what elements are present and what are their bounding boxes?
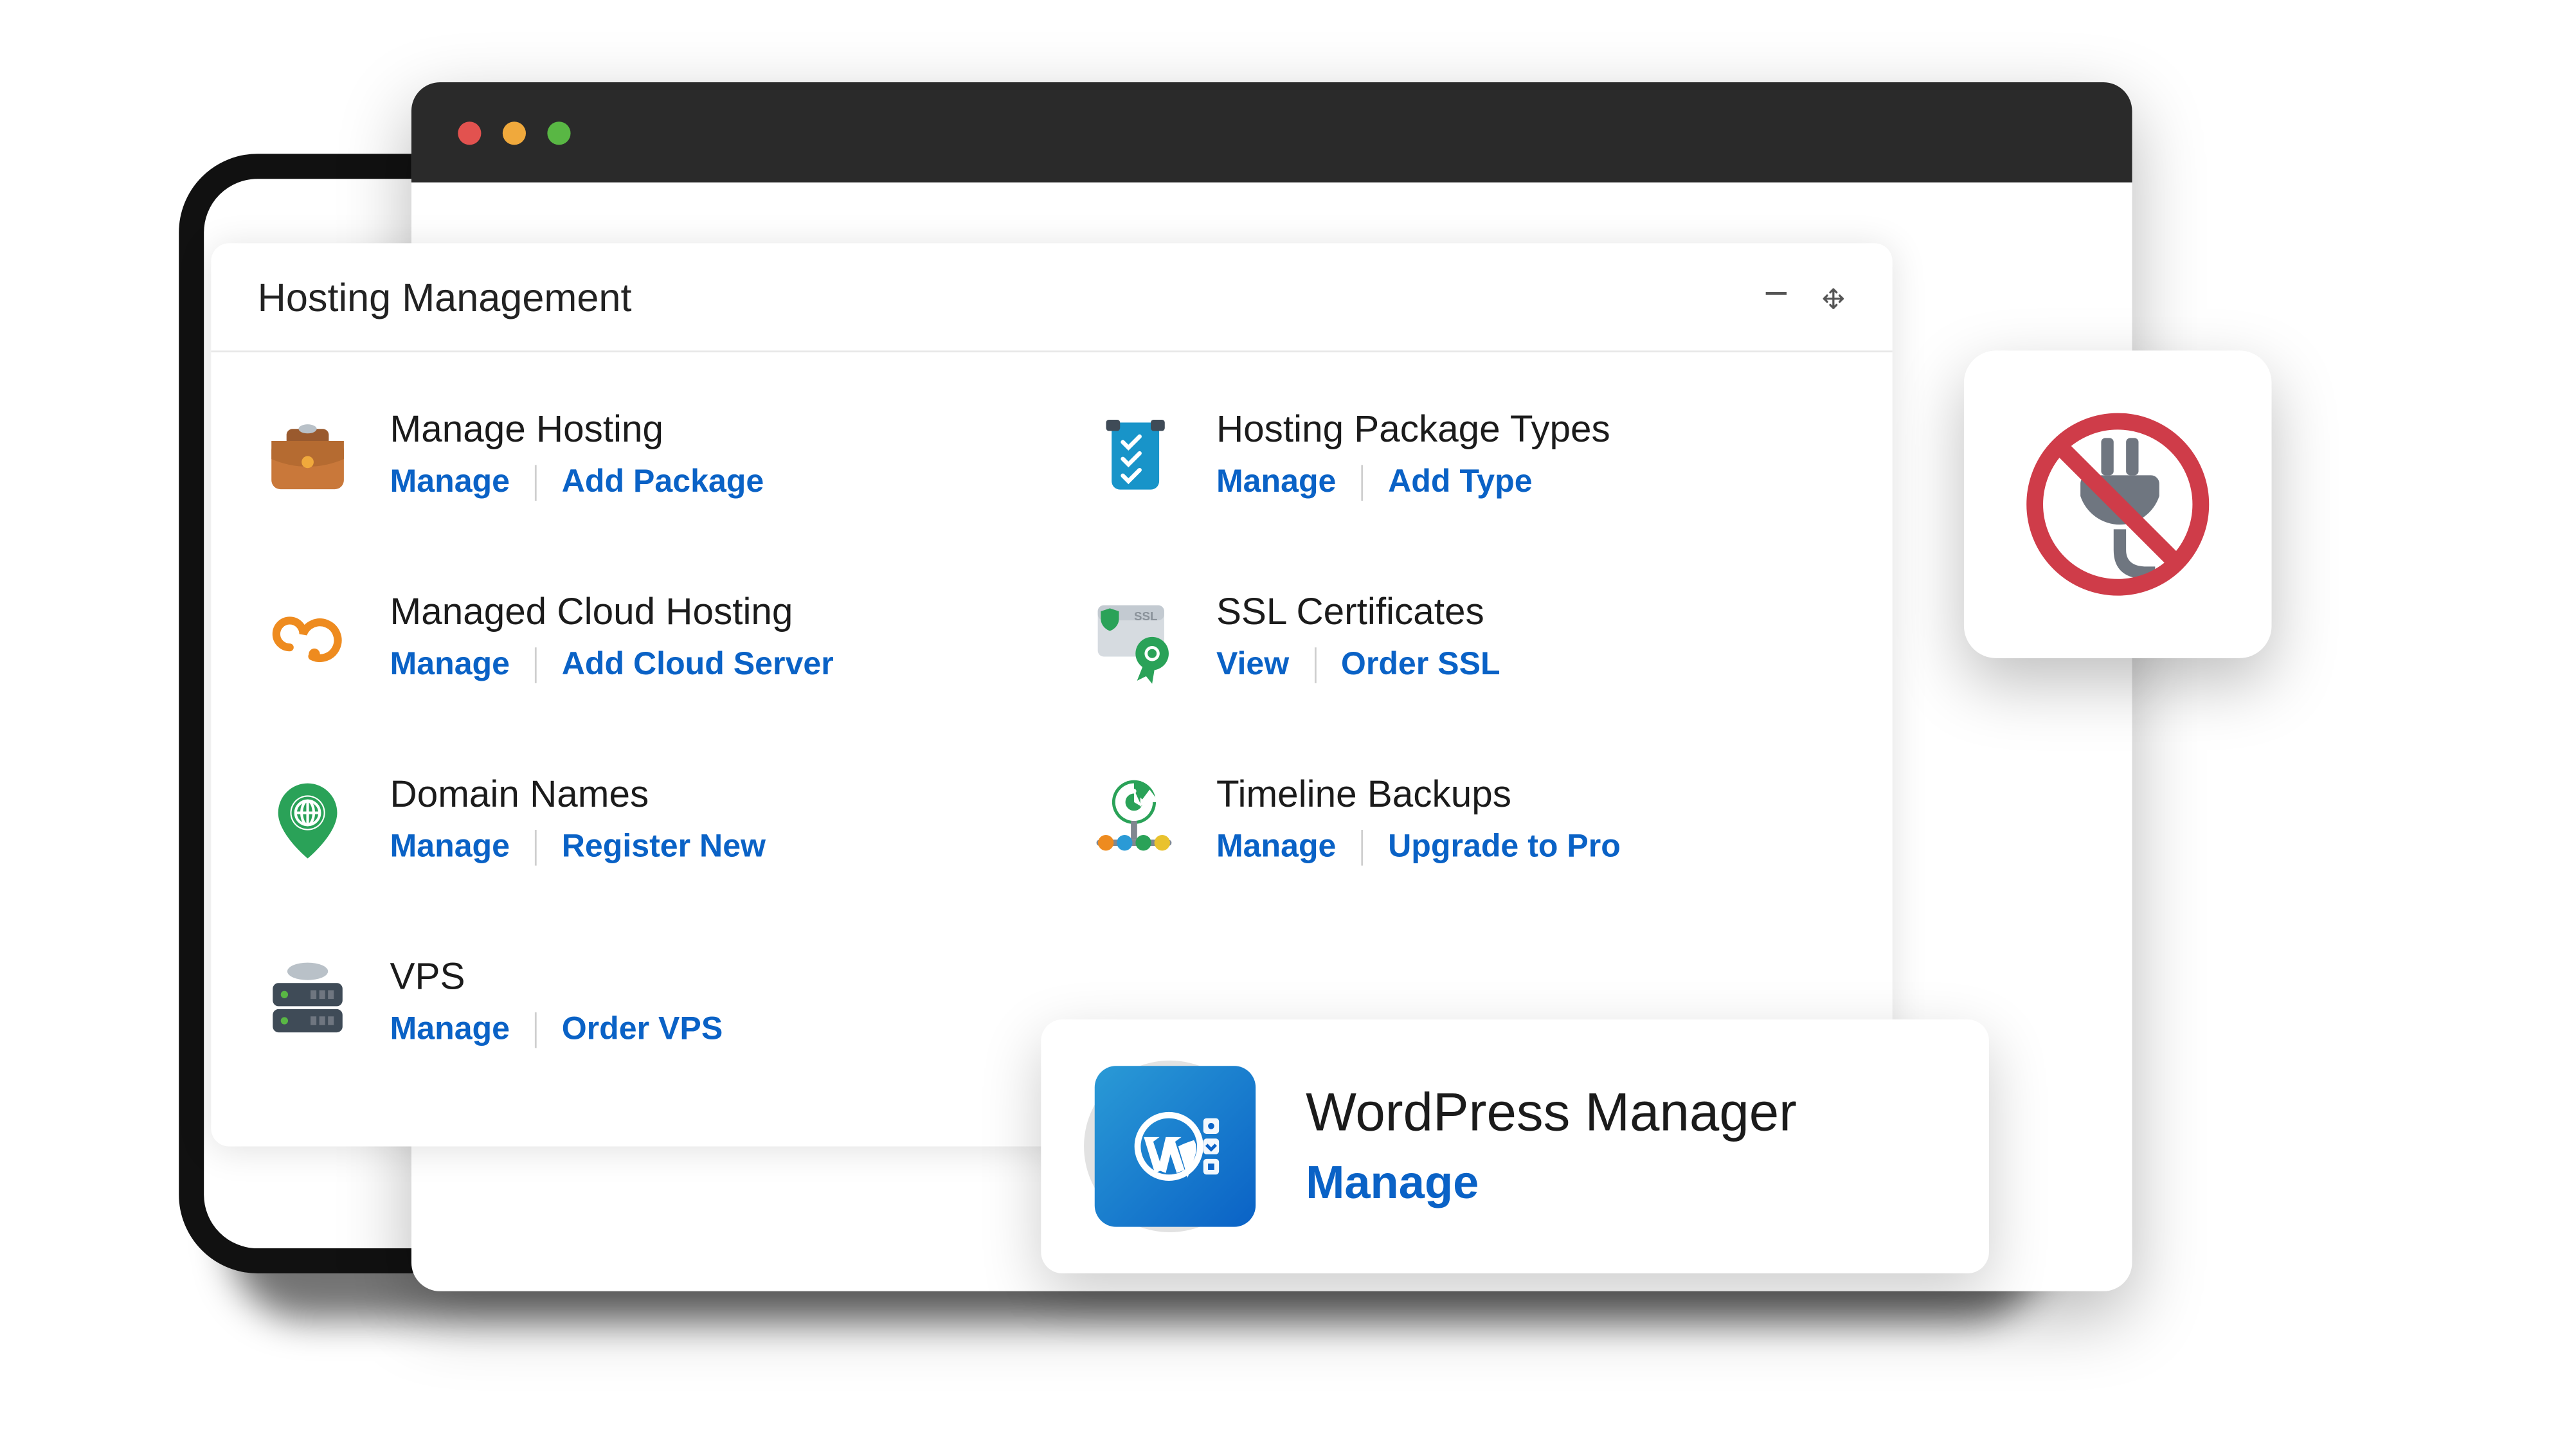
tile-title: Hosting Package Types <box>1216 409 1610 453</box>
tile-ssl: SSL SSL Certificates View Order SSL <box>1084 588 1846 688</box>
tile-title: Manage Hosting <box>390 409 764 453</box>
window-minimize-dot[interactable] <box>503 121 526 144</box>
tile-title: Managed Cloud Hosting <box>390 592 834 635</box>
ssl-view-link[interactable]: View <box>1216 645 1289 683</box>
manage-hosting-manage-link[interactable]: Manage <box>390 463 510 501</box>
tile-domains: Domain Names Manage Register New <box>258 771 1020 871</box>
browser-titlebar <box>411 82 2132 183</box>
separator <box>535 1011 537 1047</box>
tile-package-types: Hosting Package Types Manage Add Type <box>1084 406 1846 507</box>
package-types-manage-link[interactable]: Manage <box>1216 463 1337 501</box>
checklist-icon <box>1084 406 1184 507</box>
separator <box>535 829 537 865</box>
feature-wordpress-manager[interactable]: WordPress Manager Manage <box>1041 1019 1989 1273</box>
panel-title: Hosting Management <box>258 275 632 321</box>
tile-title: VPS <box>390 957 723 1000</box>
tile-title: Domain Names <box>390 775 766 818</box>
timeline-backup-icon <box>1084 771 1184 871</box>
svg-text:SSL: SSL <box>1134 609 1158 623</box>
cloud-icon <box>258 588 358 688</box>
window-close-dot[interactable] <box>458 121 481 144</box>
package-types-add-type-link[interactable]: Add Type <box>1388 463 1532 501</box>
separator <box>535 647 537 683</box>
tile-manage-hosting: Manage Hosting Manage Add Package <box>258 406 1020 507</box>
feature-manage-link[interactable]: Manage <box>1306 1154 1797 1210</box>
briefcase-icon <box>258 406 358 507</box>
feature-title: WordPress Manager <box>1306 1083 1797 1144</box>
backups-upgrade-link[interactable]: Upgrade to Pro <box>1388 828 1621 865</box>
map-pin-globe-icon <box>258 771 358 871</box>
tile-title: Timeline Backups <box>1216 775 1621 818</box>
vps-manage-link[interactable]: Manage <box>390 1010 510 1048</box>
tile-title: SSL Certificates <box>1216 592 1500 635</box>
manage-hosting-add-package-link[interactable]: Add Package <box>562 463 764 501</box>
domains-register-link[interactable]: Register New <box>562 828 766 865</box>
no-plugin-badge <box>1964 350 2272 658</box>
no-plugin-icon <box>2014 400 2222 608</box>
tile-backups: Timeline Backups Manage Upgrade to Pro <box>1084 771 1846 871</box>
vps-order-link[interactable]: Order VPS <box>562 1010 723 1048</box>
separator <box>1361 464 1363 500</box>
panel-collapse-button[interactable]: − <box>1763 286 1788 311</box>
cloud-hosting-add-server-link[interactable]: Add Cloud Server <box>562 645 834 683</box>
panel-move-button[interactable] <box>1821 286 1846 311</box>
separator <box>1361 829 1363 865</box>
window-maximize-dot[interactable] <box>547 121 570 144</box>
separator <box>535 464 537 500</box>
panel-header: Hosting Management − <box>211 243 1892 352</box>
cloud-hosting-manage-link[interactable]: Manage <box>390 645 510 683</box>
tile-vps: VPS Manage Order VPS <box>258 953 1020 1054</box>
backups-manage-link[interactable]: Manage <box>1216 828 1337 865</box>
wordpress-icon <box>1095 1066 1256 1226</box>
domains-manage-link[interactable]: Manage <box>390 828 510 865</box>
ssl-order-link[interactable]: Order SSL <box>1341 645 1500 683</box>
server-rack-icon <box>258 953 358 1054</box>
ssl-certificate-icon: SSL <box>1084 588 1184 688</box>
separator <box>1314 647 1316 683</box>
tile-cloud-hosting: Managed Cloud Hosting Manage Add Cloud S… <box>258 588 1020 688</box>
hosting-management-panel: Hosting Management − <box>211 243 1892 1146</box>
